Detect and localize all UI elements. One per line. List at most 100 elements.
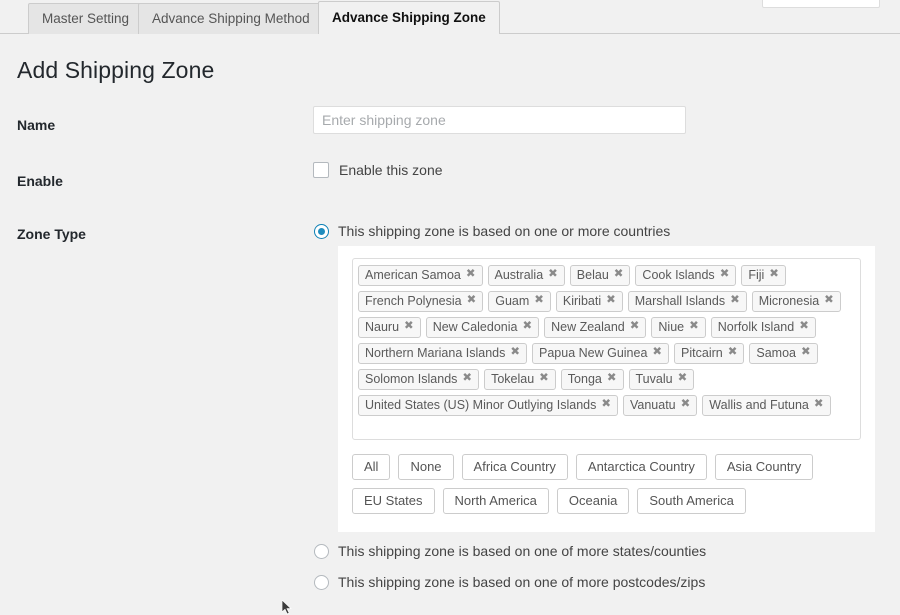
country-tag-remove-icon[interactable]: ✖: [681, 399, 691, 411]
country-tag-remove-icon[interactable]: ✖: [548, 269, 558, 281]
country-tag-remove-icon[interactable]: ✖: [630, 321, 640, 333]
country-tag[interactable]: Norfolk Island ✖: [711, 317, 816, 338]
country-tag-remove-icon[interactable]: ✖: [814, 399, 824, 411]
country-tag-label: Northern Mariana Islands: [365, 344, 505, 362]
country-tag[interactable]: Tuvalu ✖: [629, 369, 695, 390]
country-tag-label: Pitcairn: [681, 344, 723, 362]
country-tag-remove-icon[interactable]: ✖: [539, 373, 549, 385]
preset-button-antarctica-country[interactable]: Antarctica Country: [576, 454, 707, 480]
country-tag-remove-icon[interactable]: ✖: [678, 373, 688, 385]
preset-button-eu-states[interactable]: EU States: [352, 488, 435, 514]
country-tag-remove-icon[interactable]: ✖: [769, 269, 779, 281]
country-tag[interactable]: Tokelau✖: [484, 369, 556, 390]
country-tag-label: Solomon Islands: [365, 370, 457, 388]
preset-button-none[interactable]: None: [398, 454, 453, 480]
country-tag-label: Norfolk Island: [718, 318, 794, 336]
country-tag-remove-icon[interactable]: ✖: [467, 295, 477, 307]
country-tag-remove-icon[interactable]: ✖: [720, 269, 730, 281]
radio-states[interactable]: [314, 544, 329, 559]
country-tag-remove-icon[interactable]: ✖: [689, 321, 699, 333]
radio-postcodes-label: This shipping zone is based on one of mo…: [338, 574, 705, 590]
country-tag-label: Kiribati: [563, 292, 601, 310]
country-tag-remove-icon[interactable]: ✖: [728, 347, 738, 359]
country-tag-label: Micronesia: [759, 292, 819, 310]
country-tag-label: Vanuatu: [630, 396, 676, 414]
country-tag[interactable]: Nauru ✖: [358, 317, 421, 338]
country-preset-buttons: All None Africa Country Antarctica Country A…: [352, 454, 864, 514]
tab-bar: Master Setting Advance Shipping Method A…: [0, 0, 900, 34]
country-tag[interactable]: Papua New Guinea ✖: [532, 343, 669, 364]
zone-type-option-states[interactable]: This shipping zone is based on one of mo…: [314, 543, 706, 559]
country-tag[interactable]: New Zealand✖: [544, 317, 646, 338]
country-tag-remove-icon[interactable]: ✖: [601, 399, 611, 411]
country-tag[interactable]: Niue✖: [651, 317, 705, 338]
country-tag[interactable]: Pitcairn ✖: [674, 343, 744, 364]
country-tag-label: Nauru: [365, 318, 399, 336]
country-tag-remove-icon[interactable]: ✖: [652, 347, 662, 359]
country-tag-remove-icon[interactable]: ✖: [607, 373, 617, 385]
country-tag[interactable]: United States (US) Minor Outlying Island…: [358, 395, 618, 416]
preset-button-asia-country[interactable]: Asia Country: [715, 454, 813, 480]
preset-button-north-america[interactable]: North America: [443, 488, 549, 514]
country-tag-label: French Polynesia: [365, 292, 462, 310]
country-tag[interactable]: Belau✖: [570, 265, 631, 286]
country-tag[interactable]: Solomon Islands ✖: [358, 369, 479, 390]
radio-postcodes[interactable]: [314, 575, 329, 590]
country-tag-remove-icon[interactable]: ✖: [614, 269, 624, 281]
preset-button-all[interactable]: All: [352, 454, 390, 480]
name-label: Name: [17, 117, 55, 133]
country-tag[interactable]: American Samoa ✖: [358, 265, 483, 286]
enable-zone-checkbox[interactable]: [313, 162, 329, 178]
country-tag-remove-icon[interactable]: ✖: [799, 321, 809, 333]
country-tag[interactable]: Tonga✖: [561, 369, 624, 390]
country-tag-label: New Caledonia: [433, 318, 518, 336]
tab-master-setting[interactable]: Master Setting: [28, 3, 143, 34]
country-tag[interactable]: Fiji✖: [741, 265, 786, 286]
zone-type-option-countries[interactable]: This shipping zone is based on one or mo…: [314, 223, 670, 239]
radio-countries[interactable]: [314, 224, 329, 239]
country-tag[interactable]: Cook Islands ✖: [635, 265, 736, 286]
country-tag[interactable]: Kiribati ✖: [556, 291, 623, 312]
country-tag-label: Wallis and Futuna: [709, 396, 809, 414]
country-tag-remove-icon[interactable]: ✖: [522, 321, 532, 333]
preset-button-oceania[interactable]: Oceania: [557, 488, 629, 514]
country-tag-remove-icon[interactable]: ✖: [801, 347, 811, 359]
country-tag-remove-icon[interactable]: ✖: [510, 347, 520, 359]
country-tag-label: Samoa: [756, 344, 796, 362]
country-tag[interactable]: New Caledonia ✖: [426, 317, 539, 338]
country-tag[interactable]: Australia ✖: [488, 265, 565, 286]
zone-type-option-postcodes[interactable]: This shipping zone is based on one of mo…: [314, 574, 705, 590]
selected-country-tags: American Samoa✖Australia✖Belau✖Cook Isla…: [358, 265, 855, 416]
country-tag[interactable]: Marshall Islands✖: [628, 291, 747, 312]
country-tag-remove-icon[interactable]: ✖: [606, 295, 616, 307]
radio-countries-label: This shipping zone is based on one or mo…: [338, 223, 670, 239]
country-tag-label: Papua New Guinea: [539, 344, 647, 362]
country-tag-label: American Samoa: [365, 266, 461, 284]
country-multiselect[interactable]: American Samoa✖Australia✖Belau✖Cook Isla…: [352, 258, 861, 440]
country-tag-remove-icon[interactable]: ✖: [824, 295, 834, 307]
mouse-cursor: [282, 600, 293, 615]
country-tag[interactable]: Micronesia ✖: [752, 291, 841, 312]
country-tag[interactable]: Northern Mariana Islands ✖: [358, 343, 527, 364]
country-tag-label: Tuvalu: [636, 370, 673, 388]
country-tag[interactable]: Samoa ✖: [749, 343, 817, 364]
country-tag-label: Guam: [495, 292, 529, 310]
country-tag[interactable]: French Polynesia ✖: [358, 291, 483, 312]
preset-button-south-america[interactable]: South America: [637, 488, 746, 514]
country-tag-remove-icon[interactable]: ✖: [404, 321, 414, 333]
country-tag-remove-icon[interactable]: ✖: [534, 295, 544, 307]
country-tag-remove-icon[interactable]: ✖: [462, 373, 472, 385]
tab-advance-shipping-zone[interactable]: Advance Shipping Zone: [318, 1, 500, 34]
tab-advance-shipping-method[interactable]: Advance Shipping Method: [138, 3, 324, 34]
country-tag-label: Cook Islands: [642, 266, 714, 284]
country-tag[interactable]: Guam ✖: [488, 291, 551, 312]
country-tag-remove-icon[interactable]: ✖: [730, 295, 740, 307]
country-tag-label: Australia: [495, 266, 544, 284]
country-tag-label: United States (US) Minor Outlying Island…: [365, 396, 596, 414]
enable-zone-checkbox-row[interactable]: Enable this zone: [313, 162, 443, 178]
country-tag-remove-icon[interactable]: ✖: [466, 269, 476, 281]
country-tag[interactable]: Vanuatu ✖: [623, 395, 697, 416]
preset-button-africa-country[interactable]: Africa Country: [462, 454, 568, 480]
shipping-zone-name-input[interactable]: [313, 106, 686, 134]
country-tag[interactable]: Wallis and Futuna ✖: [702, 395, 830, 416]
